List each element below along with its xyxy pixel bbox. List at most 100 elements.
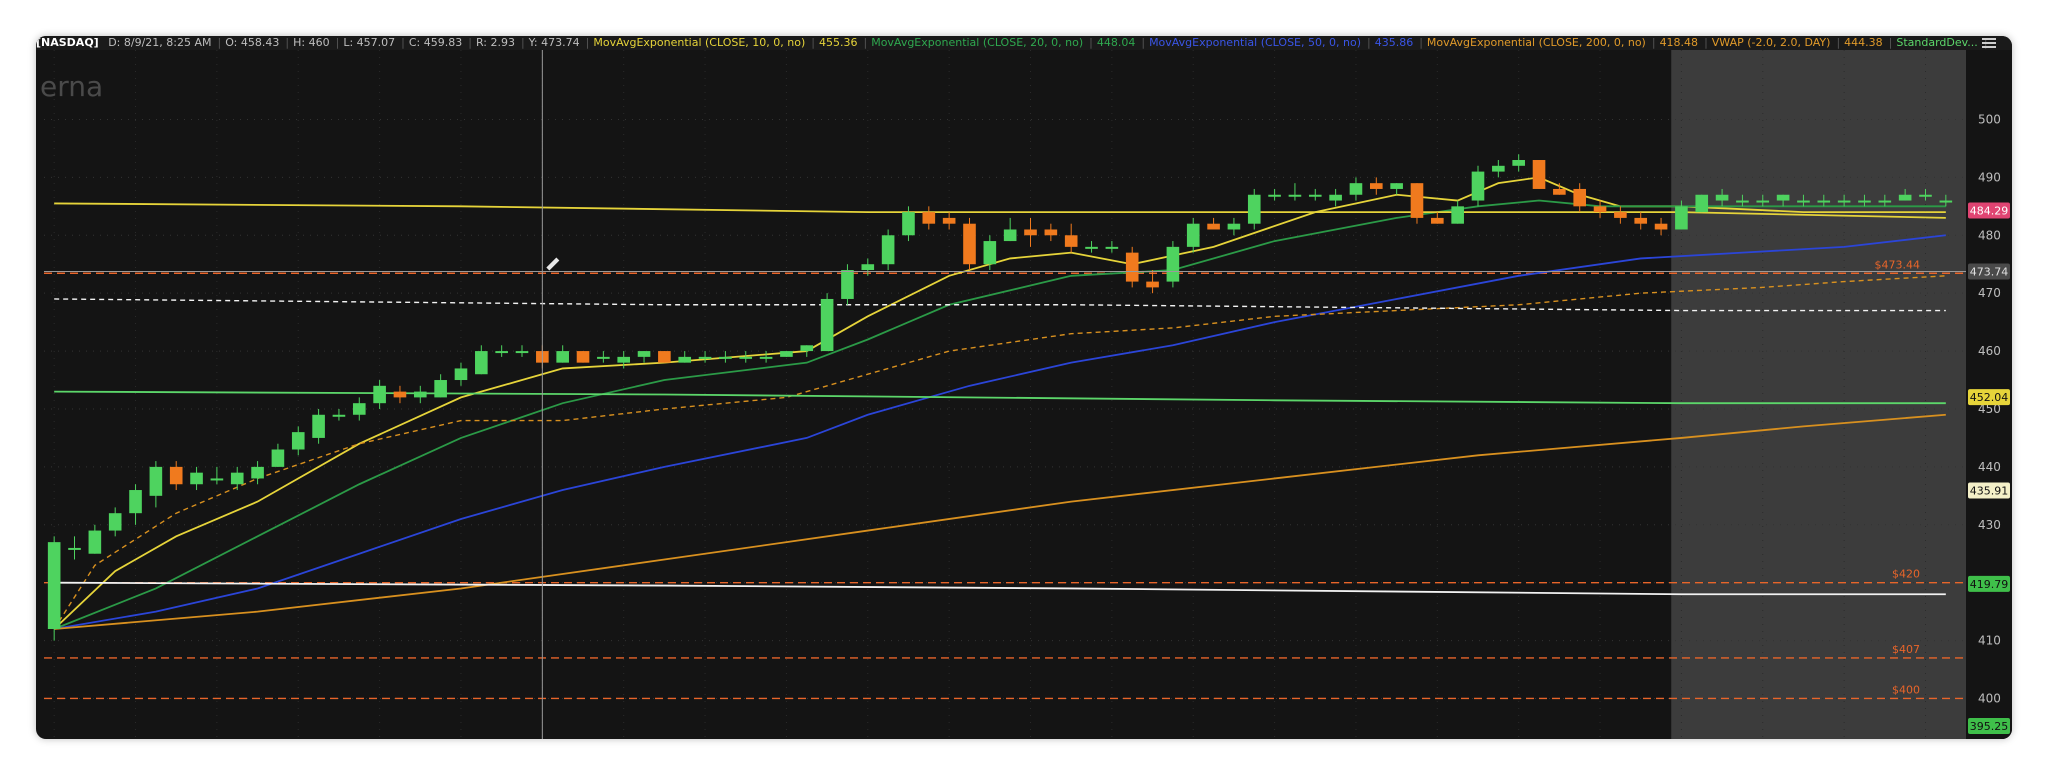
indicator-line: [53, 275, 1946, 630]
candle-body: [719, 356, 732, 359]
candle-body: [413, 391, 427, 398]
y-tick-label: 410: [1978, 634, 2001, 648]
candle-body: [1024, 229, 1037, 236]
candle-body: [1898, 194, 1912, 201]
level-label: $473.44: [1875, 258, 1921, 271]
candle-body: [1573, 188, 1587, 207]
candle-body: [820, 298, 834, 352]
candle-body: [576, 351, 590, 363]
candle-body: [1003, 229, 1017, 242]
candle-body: [210, 478, 224, 481]
chart-window: [NASDAQ] D: 8/9/21, 8:25 AM | O: 458.43 | H:…: [36, 36, 2012, 739]
candle-body: [1532, 160, 1546, 189]
candle-body: [1227, 223, 1241, 230]
candle-body: [1288, 194, 1302, 197]
candle-body: [1553, 188, 1566, 195]
candle-body: [1390, 183, 1403, 189]
candle-body: [658, 351, 671, 363]
price-chart[interactable]: erna$473.44$420$407$40040041042043044045…: [36, 36, 2012, 739]
candle-body: [983, 241, 997, 265]
indicator-line: [54, 234, 1946, 630]
candle-body: [780, 351, 793, 357]
candle-body: [1817, 200, 1831, 203]
candle-body: [1675, 206, 1688, 230]
candle-body: [678, 356, 692, 363]
candle-body: [922, 212, 936, 224]
candle-body: [1207, 223, 1220, 230]
candle-body: [1695, 194, 1709, 213]
candle-body: [1410, 183, 1424, 218]
price-tag-label: 473.74: [1970, 266, 2009, 279]
candle-body: [1797, 200, 1810, 203]
candle-body: [1349, 183, 1363, 195]
price-tag-label: 484.29: [1970, 204, 2009, 217]
candle-body: [1654, 223, 1668, 230]
y-tick-label: 470: [1978, 286, 2001, 300]
candle-body: [1736, 200, 1749, 203]
candle-body: [88, 530, 102, 554]
candle-body: [1939, 200, 1953, 203]
candle-body: [800, 345, 814, 352]
candle-body: [881, 235, 895, 265]
candle-body: [1512, 160, 1525, 166]
candle-body: [230, 472, 244, 485]
future-area: [1671, 50, 1966, 739]
candle-body: [617, 356, 631, 363]
pencil-icon: [546, 257, 560, 271]
candle-body: [1329, 194, 1342, 201]
candle-body: [1431, 217, 1444, 224]
y-tick-label: 440: [1978, 460, 2001, 474]
candle-body: [108, 513, 122, 531]
candle-body: [515, 351, 529, 354]
candle-body: [1858, 200, 1871, 203]
candle-body: [1146, 281, 1159, 288]
candle-body: [169, 466, 183, 485]
indicator-line: [54, 298, 1946, 312]
indicator-line: [54, 390, 1946, 405]
candle-body: [129, 490, 142, 514]
candle-body: [312, 414, 325, 438]
candle-body: [1268, 194, 1281, 197]
candle-body: [1308, 194, 1322, 197]
candle-body: [963, 223, 976, 265]
candle-body: [861, 264, 875, 271]
candle-body: [1186, 223, 1200, 247]
price-tag-label: 419.79: [1970, 578, 2009, 591]
candle-body: [1614, 212, 1627, 218]
candle-body: [68, 547, 81, 550]
candle-body: [1166, 246, 1180, 282]
candle-body: [352, 403, 366, 415]
y-tick-label: 490: [1978, 170, 2001, 184]
candle-body: [454, 368, 468, 381]
watermark-text: erna: [40, 70, 103, 103]
candle-body: [1776, 194, 1790, 201]
candle-body: [1593, 206, 1607, 213]
level-label: $420: [1892, 568, 1920, 581]
candle-body: [1105, 246, 1119, 249]
y-tick-label: 430: [1978, 518, 2001, 532]
candle-body: [759, 356, 773, 359]
y-tick-label: 480: [1978, 228, 2001, 242]
candle-body: [291, 432, 305, 450]
level-label: $407: [1892, 643, 1920, 656]
indicator-line: [54, 413, 1946, 630]
candle-body: [1247, 194, 1261, 224]
candle-body: [1085, 246, 1098, 249]
candle-body: [1756, 200, 1770, 203]
price-tag-label: 435.91: [1970, 485, 2009, 498]
candle-body: [1064, 235, 1078, 247]
y-tick-label: 400: [1978, 691, 2001, 705]
candle-body: [434, 380, 447, 398]
candle-body: [271, 449, 285, 467]
candle-body: [1369, 183, 1383, 189]
candle-body: [47, 542, 61, 629]
candle-body: [332, 414, 346, 417]
candle-body: [1451, 206, 1464, 224]
y-tick-label: 500: [1978, 112, 2001, 126]
candle-body: [739, 356, 753, 359]
indicator-line: [54, 581, 1946, 596]
candle-body: [1492, 165, 1505, 172]
candle-body: [597, 356, 610, 359]
candle-body: [1634, 217, 1648, 224]
y-tick-label: 460: [1978, 344, 2001, 358]
